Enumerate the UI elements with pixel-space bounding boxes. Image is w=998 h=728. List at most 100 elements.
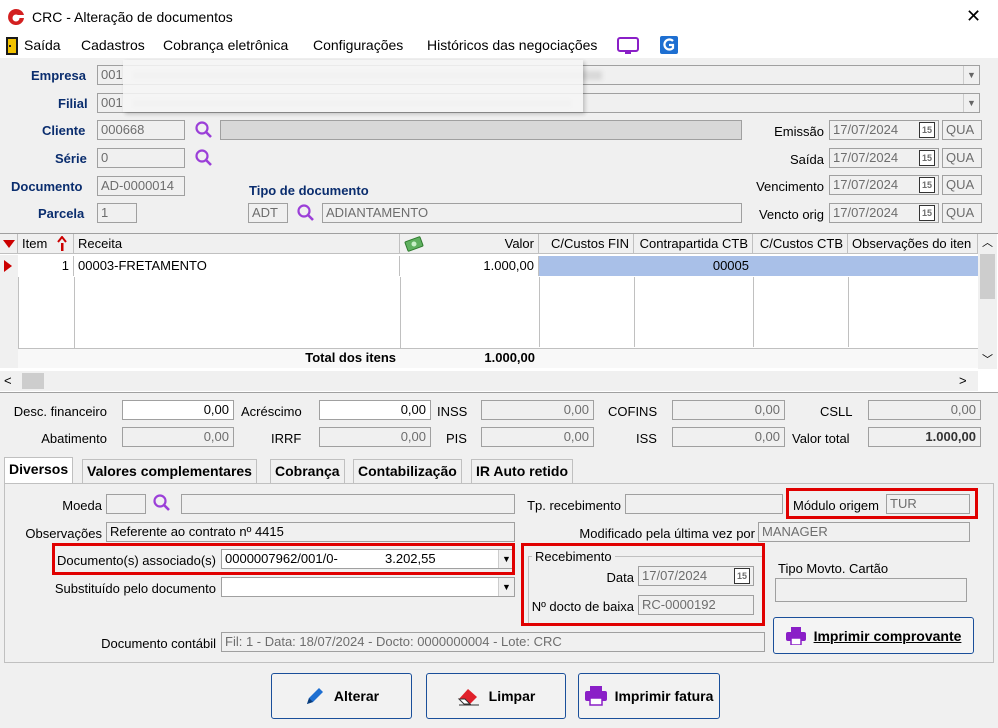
substituido-label: Substituído pelo documento (54, 581, 216, 596)
parcela-field[interactable]: 1 (97, 203, 137, 223)
chevron-down-icon[interactable]: ▼ (963, 94, 979, 112)
saida-field[interactable]: 17/07/2024 15 (829, 148, 939, 168)
search-cliente-icon[interactable] (194, 120, 214, 140)
imprimir-comprovante-button[interactable]: Imprimir comprovante (773, 617, 974, 654)
obs-field[interactable]: Referente ao contrato nº 4415 (106, 522, 515, 542)
grid-indicator-header (0, 234, 18, 254)
search-tipo-doc-icon[interactable] (296, 203, 316, 223)
tipo-movto-field[interactable] (775, 578, 967, 602)
scroll-thumb[interactable] (980, 254, 995, 299)
cliente-name-field (220, 120, 742, 140)
modificado-label: Modificado pela última vez por (579, 526, 755, 541)
row-contrapartida[interactable]: 00005 (634, 256, 753, 276)
irrf-label: IRRF (271, 431, 302, 446)
menu-historicos[interactable]: Históricos das negociações (427, 37, 597, 53)
csll-field: 0,00 (868, 400, 981, 420)
vencimento-day: QUA (942, 175, 982, 195)
g-app-icon[interactable] (660, 36, 678, 54)
scroll-up-icon[interactable]: ︿ (978, 234, 997, 252)
grid-header-ccfin[interactable]: C/Custos FIN (539, 234, 634, 254)
imprimir-fatura-button[interactable]: Imprimir fatura (578, 673, 720, 719)
calendar-icon[interactable]: 15 (919, 177, 935, 193)
modificado-field: MANAGER (758, 522, 970, 542)
horizontal-scrollbar[interactable]: < > (0, 371, 978, 391)
info-icon (57, 236, 67, 251)
vencimento-value: 17/07/2024 (833, 177, 899, 192)
substituido-select[interactable]: ▼ (221, 577, 515, 597)
grid-header-contrapartida[interactable]: Contrapartida CTB (634, 234, 753, 254)
alterar-button[interactable]: Alterar (271, 673, 412, 719)
menu-saida[interactable]: Saída (24, 37, 61, 53)
tab-ir-auto-retido[interactable]: IR Auto retido (471, 459, 574, 483)
title-bar: CRC - Alteração de documentos ✕ (0, 0, 998, 34)
pencil-icon (306, 688, 323, 704)
tab-cobranca[interactable]: Cobrança (270, 459, 345, 483)
empresa-label: Empresa (31, 68, 86, 83)
cliente-field[interactable]: 000668 (97, 120, 185, 140)
serie-field[interactable]: 0 (97, 148, 185, 168)
search-moeda-icon[interactable] (152, 493, 172, 513)
h-scroll-thumb[interactable] (22, 373, 44, 389)
doc-contabil-field: Fil: 1 - Data: 18/07/2024 - Docto: 00000… (221, 632, 765, 652)
row-valor[interactable]: 1.000,00 (400, 256, 539, 276)
money-icon (404, 236, 424, 252)
inss-field: 0,00 (481, 400, 594, 420)
calendar-icon[interactable]: 15 (919, 150, 935, 166)
moeda-label: Moeda (62, 498, 102, 513)
moeda-desc-field (181, 494, 515, 514)
tab-valores-complementares[interactable]: Valores complementares (82, 459, 257, 483)
menu-cadastros[interactable]: Cadastros (81, 37, 145, 53)
grid-header-item[interactable]: Item (18, 234, 74, 254)
close-button[interactable]: ✕ (966, 6, 981, 27)
vencto-orig-label: Vencto orig (758, 207, 824, 222)
total-label: Total dos itens (305, 350, 396, 365)
menu-cobranca-eletronica[interactable]: Cobrança eletrônica (163, 37, 288, 53)
vencto-orig-day: QUA (942, 203, 982, 223)
tp-recebimento-field[interactable] (625, 494, 783, 514)
emissao-field[interactable]: 17/07/2024 15 (829, 120, 939, 140)
row-item[interactable]: 1 (18, 256, 74, 276)
grid-header-receita[interactable]: Receita (74, 234, 400, 254)
calendar-icon[interactable]: 15 (919, 122, 935, 138)
vencimento-field[interactable]: 17/07/2024 15 (829, 175, 939, 195)
documento-field[interactable]: AD-0000014 (97, 176, 185, 196)
grid-header-obs[interactable]: Observações do iten (848, 234, 978, 254)
imprimir-fatura-label: Imprimir fatura (614, 688, 714, 704)
row-receita[interactable]: 00003-FRETAMENTO (74, 256, 400, 276)
desc-fin-field[interactable]: 0,00 (122, 400, 234, 420)
grid-header-valor[interactable]: Valor (400, 234, 539, 254)
exit-door-icon[interactable] (6, 37, 18, 55)
tab-diversos[interactable]: Diversos (4, 457, 74, 484)
grid-line (753, 277, 754, 347)
limpar-button[interactable]: Limpar (426, 673, 566, 719)
moeda-code-field[interactable] (106, 494, 146, 514)
tp-recebimento-label: Tp. recebimento (527, 498, 621, 513)
tipo-doc-code[interactable]: ADT (248, 203, 288, 223)
vencto-orig-field[interactable]: 17/07/2024 15 (829, 203, 939, 223)
grid-header-ccctb[interactable]: C/Custos CTB (753, 234, 848, 254)
monitor-icon[interactable] (617, 37, 639, 55)
window-title: CRC - Alteração de documentos (32, 9, 233, 25)
serie-label: Série (55, 151, 87, 166)
filial-label: Filial (58, 96, 88, 111)
highlight-modulo-origem (786, 488, 978, 519)
scroll-left-icon[interactable]: < (4, 373, 12, 388)
chevron-down-icon[interactable]: ▼ (963, 66, 979, 84)
tab-contabilizacao[interactable]: Contabilização (353, 459, 462, 483)
scroll-right-icon[interactable]: > (959, 373, 967, 388)
iss-label: ISS (636, 431, 657, 446)
cliente-label: Cliente (42, 123, 86, 138)
row-pointer-icon (4, 260, 12, 272)
chevron-down-icon[interactable]: ▼ (498, 578, 514, 596)
vertical-scrollbar[interactable]: ︿ ﹀ (978, 234, 997, 369)
calendar-icon[interactable]: 15 (919, 205, 935, 221)
grid-line (634, 277, 635, 347)
acrescimo-field[interactable]: 0,00 (319, 400, 431, 420)
irrf-field: 0,00 (319, 427, 431, 447)
menu-configuracoes[interactable]: Configurações (313, 37, 403, 53)
scroll-down-icon[interactable]: ﹀ (978, 351, 997, 369)
saida-value: 17/07/2024 (833, 150, 899, 165)
search-serie-icon[interactable] (194, 148, 214, 168)
tipo-doc-label: Tipo de documento (249, 183, 369, 198)
valor-total-label: Valor total (792, 431, 850, 446)
